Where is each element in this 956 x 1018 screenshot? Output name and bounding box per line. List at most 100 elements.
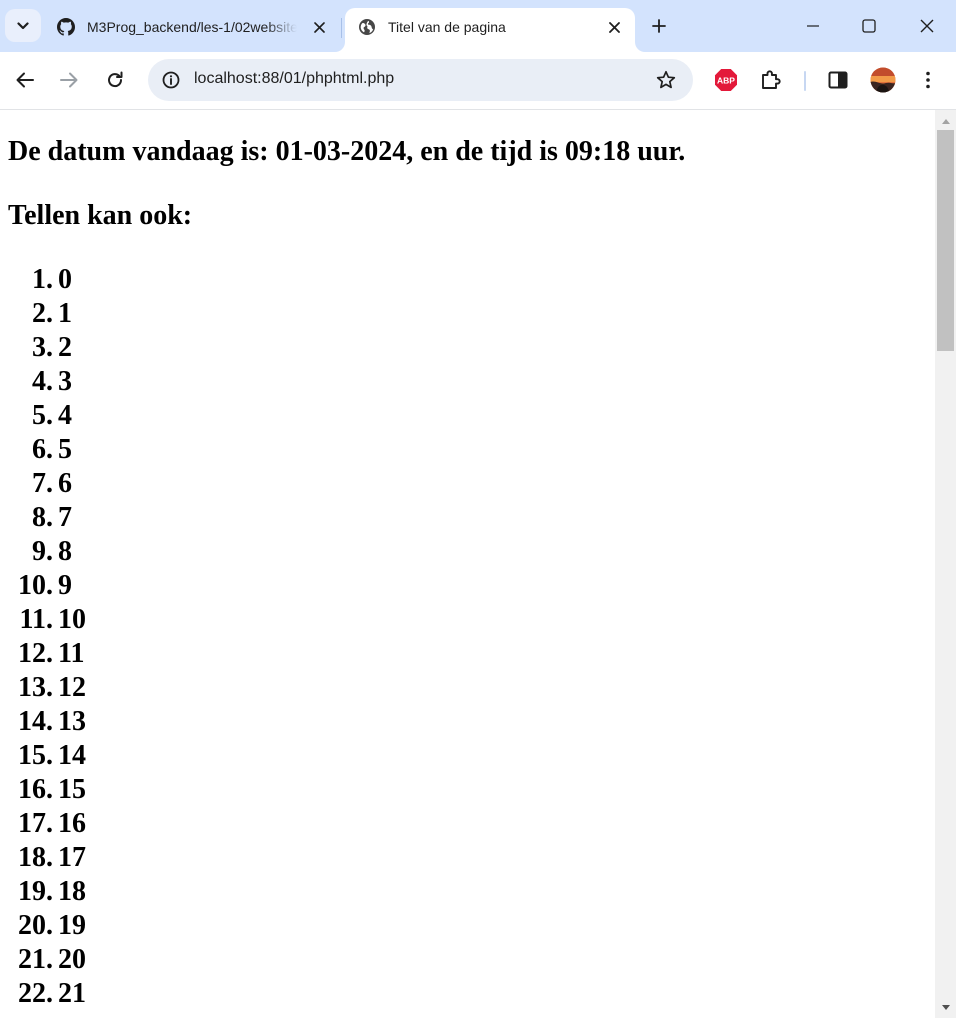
list-item-value: 20 [58,944,86,975]
list-item-number: 1. [32,264,53,295]
list-item-number: 6. [32,434,53,465]
caret-down-icon [941,1005,950,1010]
site-info-button[interactable] [155,64,187,96]
page-viewport: De datum vandaag is: 01-03-2024, en de t… [0,110,935,1018]
side-panel-button[interactable] [822,64,854,96]
address-bar[interactable]: localhost:88/01/phphtml.php [148,59,693,101]
list-item-value: 17 [58,842,86,873]
list-item-number: 2. [32,298,53,329]
tab-close-button[interactable] [605,18,623,36]
scroll-up-button[interactable] [935,113,956,130]
count-heading: Tellen kan ook: [8,200,193,231]
list-item-value: 16 [58,808,86,839]
side-panel-icon [828,71,848,89]
scroll-down-button[interactable] [935,999,956,1016]
tab-title: M3Prog_backend/les-1/02website [87,19,297,35]
tab-title: Titel van de pagina [388,19,506,35]
list-item-number: 19. [18,876,53,907]
page-scrollbar[interactable] [935,110,956,1018]
close-icon [608,21,620,33]
tab-close-button[interactable] [310,18,328,36]
caret-up-icon [941,119,950,124]
list-item-value: 1 [58,298,72,329]
list-item-number: 13. [18,672,53,703]
list-item-number: 20. [18,910,53,941]
url-text[interactable]: localhost:88/01/phphtml.php [194,70,394,88]
forward-arrow-icon [60,72,78,88]
maximize-button[interactable] [840,0,898,52]
date-time-heading: De datum vandaag is: 01-03-2024, en de t… [8,136,686,167]
list-item-number: 15. [18,740,53,771]
list-item-value: 12 [58,672,86,703]
reload-button[interactable] [99,64,131,96]
list-item-number: 3. [32,332,53,363]
tab-strip: M3Prog_backend/les-1/02website Titel van… [0,0,956,52]
adblock-label: ABP [717,75,735,85]
list-item-value: 13 [58,706,86,737]
globe-icon [359,19,375,35]
github-icon [57,18,75,36]
list-item-number: 12. [18,638,53,669]
list-item-number: 7. [32,468,53,499]
tab-separator [341,18,342,38]
list-item-number: 21. [18,944,53,975]
list-item-value: 18 [58,876,86,907]
new-tab-button[interactable] [645,12,673,40]
list-item-value: 9 [58,570,72,601]
list-item-value: 4 [58,400,72,431]
list-item-number: 11. [19,604,53,635]
minimize-icon [807,25,819,27]
list-item-number: 17. [18,808,53,839]
list-item-value: 10 [58,604,86,635]
list-item-value: 2 [58,332,72,363]
tab-active-page[interactable]: Titel van de pagina [345,8,635,52]
extensions-puzzle-icon [762,70,781,89]
close-icon [920,19,934,33]
list-item-number: 8. [32,502,53,533]
forward-button[interactable] [53,64,85,96]
bookmark-star-button[interactable] [653,67,679,93]
tab-github[interactable]: M3Prog_backend/les-1/02website [44,8,340,52]
minimize-button[interactable] [784,0,842,52]
list-item-number: 14. [18,706,53,737]
list-item-value: 19 [58,910,86,941]
list-item-value: 3 [58,366,72,397]
list-item-value: 6 [58,468,72,499]
list-item-number: 4. [32,366,53,397]
list-item-number: 22. [18,978,53,1009]
reload-icon [108,71,123,88]
info-icon [162,71,180,89]
list-item-number: 9. [32,536,53,567]
list-item-value: 8 [58,536,72,567]
adblock-plus-icon: ABP [715,69,737,91]
star-icon [656,70,676,89]
kebab-menu-icon [926,71,930,89]
scroll-thumb[interactable] [937,130,954,351]
list-item-number: 18. [18,842,53,873]
toolbar-divider [804,71,806,91]
close-icon [313,21,325,33]
list-item-number: 5. [32,400,53,431]
list-item-value: 5 [58,434,72,465]
profile-button[interactable] [867,64,899,96]
chrome-menu-button[interactable] [912,64,944,96]
list-item-value: 15 [58,774,86,805]
maximize-icon [862,19,876,33]
profile-avatar [870,67,896,93]
list-item-value: 14 [58,740,86,771]
back-button[interactable] [9,64,41,96]
list-item-number: 10. [18,570,53,601]
list-item-number: 16. [18,774,53,805]
list-item-value: 0 [58,264,72,295]
window-close-button[interactable] [898,0,956,52]
plus-icon [652,19,666,33]
list-item-value: 7 [58,502,72,533]
list-item-value: 11 [58,638,85,669]
chevron-down-icon [17,21,29,29]
adblock-plus-button[interactable]: ABP [710,64,742,96]
back-arrow-icon [16,72,34,88]
browser-toolbar: localhost:88/01/phphtml.php ABP [0,52,956,109]
extensions-button[interactable] [755,64,787,96]
tab-search-button[interactable] [5,9,41,42]
list-item-value: 21 [58,978,86,1009]
